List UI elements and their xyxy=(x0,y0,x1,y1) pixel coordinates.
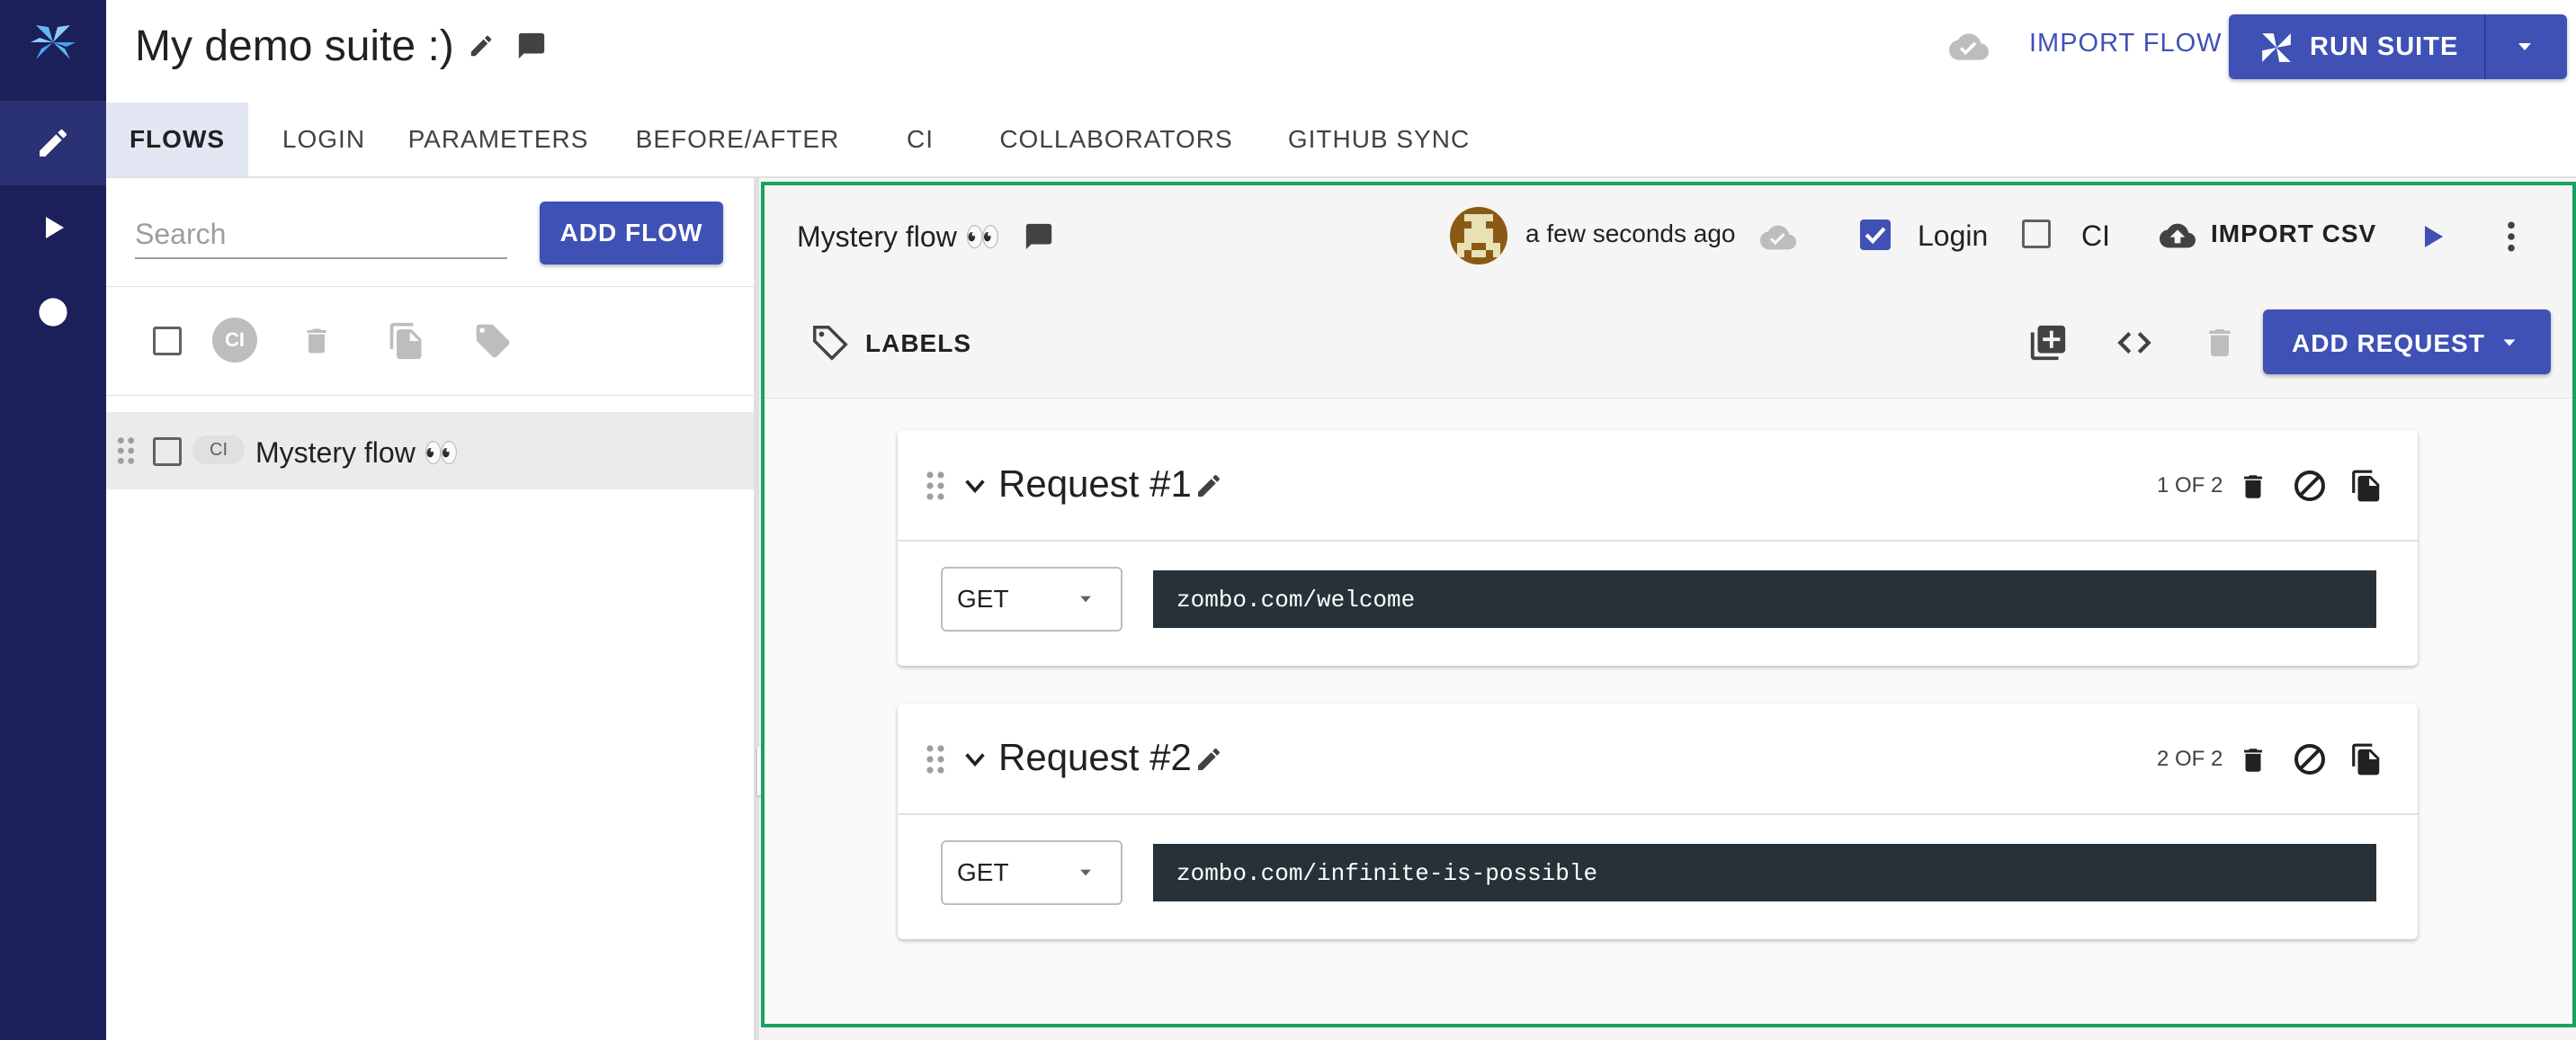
method-select[interactable]: GET xyxy=(941,840,1123,905)
flow-ci-chip[interactable]: CI xyxy=(192,435,245,464)
flow-name: Mystery flow 👀 xyxy=(255,436,460,469)
delete-icon[interactable] xyxy=(2238,743,2268,777)
rail-run-button[interactable] xyxy=(0,185,106,270)
saved-time: a few seconds ago xyxy=(1525,220,1736,247)
disable-icon[interactable] xyxy=(2292,741,2328,777)
chevron-down-icon[interactable] xyxy=(961,745,989,774)
ci-label: CI xyxy=(2081,220,2110,252)
panel-splitter[interactable] xyxy=(754,178,759,1040)
request-card: Request #2 2 OF 2 GET zombo.com/infinite… xyxy=(898,704,2418,939)
check-icon xyxy=(1865,227,1886,245)
pencil-icon[interactable] xyxy=(1194,745,1223,774)
tab-flows[interactable]: FLOWS xyxy=(106,103,248,176)
bulk-ci-button[interactable]: CI xyxy=(212,318,257,363)
drag-handle-icon[interactable] xyxy=(925,470,946,502)
app-header: My demo suite :) IMPORT FLOW RUN SUITE xyxy=(106,0,2576,103)
add-request-button[interactable]: ADD REQUEST xyxy=(2263,309,2551,374)
add-flow-button[interactable]: ADD FLOW xyxy=(540,202,723,264)
flow-title: Mystery flow 👀 xyxy=(797,220,1001,253)
import-flow-button[interactable]: IMPORT FLOW xyxy=(2029,29,2223,58)
delete-icon[interactable] xyxy=(300,323,333,359)
code-icon[interactable] xyxy=(2114,324,2155,362)
ci-checkbox[interactable] xyxy=(2022,220,2051,248)
avatar[interactable] xyxy=(1450,207,1507,264)
app-logo-icon[interactable] xyxy=(23,16,83,68)
search-input[interactable]: Search xyxy=(135,211,507,259)
method-value: GET xyxy=(957,858,1009,886)
flow-editor: Mystery flow 👀 a few seconds ago Login C… xyxy=(761,182,2576,1027)
request-title: Request #2 xyxy=(998,736,1192,778)
side-rail xyxy=(0,0,106,1040)
labels-toolbar: LABELS ADD REQUEST xyxy=(765,290,2572,399)
cloud-done-icon xyxy=(1949,33,1989,60)
method-value: GET xyxy=(957,585,1009,613)
tab-parameters[interactable]: PARAMETERS xyxy=(399,103,597,176)
comment-icon[interactable] xyxy=(516,31,547,61)
method-select[interactable]: GET xyxy=(941,567,1123,632)
copy-icon[interactable] xyxy=(2349,468,2384,504)
pencil-icon xyxy=(40,129,67,157)
import-csv-button[interactable]: IMPORT CSV xyxy=(2211,220,2376,248)
label-outline-icon[interactable] xyxy=(809,322,851,363)
more-vert-icon[interactable] xyxy=(2504,220,2518,254)
suite-tabs: FLOWS LOGIN PARAMETERS BEFORE/AFTER CI C… xyxy=(106,103,2576,178)
tab-github-sync[interactable]: GITHUB SYNC xyxy=(1266,103,1491,176)
run-suite-icon xyxy=(2262,33,2291,62)
run-suite-button[interactable]: RUN SUITE xyxy=(2229,14,2567,79)
tab-login[interactable]: LOGIN xyxy=(270,103,378,176)
drag-handle-icon[interactable] xyxy=(115,435,137,466)
rail-edit-button[interactable] xyxy=(0,101,106,185)
drag-handle-icon[interactable] xyxy=(925,743,946,776)
bulk-actions-bar: CI xyxy=(106,286,754,396)
flow-checkbox[interactable] xyxy=(153,437,182,466)
select-all-checkbox[interactable] xyxy=(153,327,182,355)
request-title: Request #1 xyxy=(998,462,1192,505)
flow-list-item[interactable]: CI Mystery flow 👀 xyxy=(106,412,754,489)
delete-icon[interactable] xyxy=(2238,470,2268,504)
add-to-collection-icon[interactable] xyxy=(2027,322,2069,363)
request-card: Request #1 1 OF 2 GET zombo.com/welcome xyxy=(898,430,2418,666)
run-suite-dropdown-icon[interactable] xyxy=(2511,36,2538,58)
flow-toolbar: Mystery flow 👀 a few seconds ago Login C… xyxy=(765,185,2572,291)
pencil-icon[interactable] xyxy=(468,32,495,59)
cloud-upload-icon[interactable] xyxy=(2155,218,2200,254)
label-icon[interactable] xyxy=(473,321,513,361)
url-input[interactable]: zombo.com/welcome xyxy=(1153,570,2376,628)
chevron-down-icon xyxy=(2503,339,2516,346)
suite-title: My demo suite :) xyxy=(135,22,454,70)
flows-panel: Search ADD FLOW CI CI Mystery flow 👀 xyxy=(106,178,755,1040)
dropdown-arrow-icon xyxy=(1080,869,1091,876)
rail-record-button[interactable] xyxy=(0,270,106,354)
url-value: zombo.com/welcome xyxy=(1176,587,1416,614)
circle-icon xyxy=(39,298,67,327)
labels-button[interactable]: LABELS xyxy=(865,329,971,358)
cloud-done-icon xyxy=(1760,225,1796,250)
url-value: zombo.com/infinite-is-possible xyxy=(1176,860,1598,887)
run-suite-label: RUN SUITE xyxy=(2310,32,2459,61)
request-header: Request #2 2 OF 2 xyxy=(898,704,2418,815)
play-icon xyxy=(46,217,64,238)
request-position: 1 OF 2 xyxy=(2157,473,2223,498)
tab-before-after[interactable]: BEFORE/AFTER xyxy=(630,103,845,176)
tab-ci[interactable]: CI xyxy=(871,103,970,176)
search-placeholder: Search xyxy=(135,218,227,250)
copy-icon[interactable] xyxy=(2349,741,2384,777)
login-checkbox[interactable] xyxy=(1860,220,1891,250)
tab-collaborators[interactable]: COLLABORATORS xyxy=(986,103,1247,176)
pencil-icon[interactable] xyxy=(1194,471,1223,500)
delete-sweep-icon[interactable] xyxy=(2202,324,2238,362)
add-request-label: ADD REQUEST xyxy=(2292,329,2485,357)
chevron-down-icon[interactable] xyxy=(961,471,989,500)
run-flow-icon[interactable] xyxy=(2418,221,2446,252)
dropdown-arrow-icon xyxy=(1080,596,1091,603)
copy-icon[interactable] xyxy=(387,321,426,361)
url-input[interactable]: zombo.com/infinite-is-possible xyxy=(1153,844,2376,901)
login-label: Login xyxy=(1918,220,1989,252)
button-divider xyxy=(2484,14,2486,79)
comment-icon[interactable] xyxy=(1024,221,1054,252)
disable-icon[interactable] xyxy=(2292,468,2328,504)
request-position: 2 OF 2 xyxy=(2157,747,2223,771)
request-header: Request #1 1 OF 2 xyxy=(898,430,2418,542)
